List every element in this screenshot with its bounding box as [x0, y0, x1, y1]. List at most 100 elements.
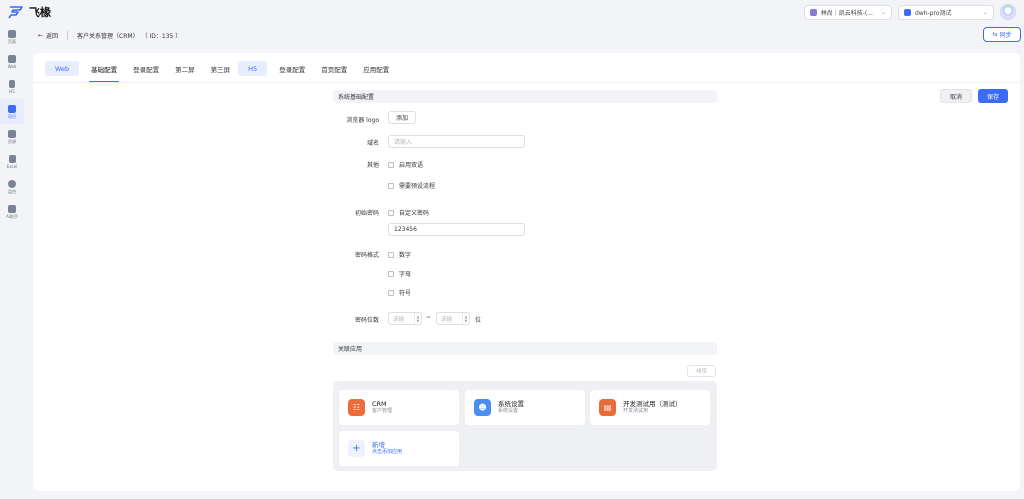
range-separator: ~ — [426, 314, 432, 321]
checkbox-label: 启用双语 — [399, 162, 424, 169]
format-letters-checkbox[interactable]: 字母 — [388, 269, 411, 278]
checkbox-icon — [388, 270, 394, 277]
stepper-placeholder: 请输 — [441, 316, 453, 323]
sidebar-item-label: H5 — [9, 88, 15, 94]
page-title: 客户关系管理（CRM） — [77, 32, 139, 40]
add-app-title: 新增 — [372, 441, 385, 449]
folder-icon — [8, 129, 16, 138]
tab-third-screen[interactable]: 第三屏 — [203, 61, 239, 76]
sort-button[interactable]: 排序 — [687, 365, 716, 377]
checkbox-icon — [388, 209, 394, 216]
section-title-apps: 关联应用 — [333, 342, 717, 355]
main-panel: Web 基础配置 登录配置 第二屏 第三屏 H5 登录配置 首页配置 应用配置 … — [33, 53, 1020, 491]
format-symbols-checkbox[interactable]: 符号 — [388, 288, 411, 297]
sidebar-item-resource[interactable]: 资源 — [0, 124, 24, 149]
app-card-crm[interactable]: ☷ CRM 客户管理 — [339, 390, 459, 425]
sidebar-item-project[interactable]: 项目 — [0, 99, 24, 124]
robot-icon — [8, 204, 16, 213]
section-title-basic: 系统基础配置 — [333, 90, 717, 103]
excel-icon — [8, 154, 16, 163]
org-chart-icon: ☷ — [348, 399, 365, 416]
logo-label: 浏览器 logo — [346, 117, 379, 124]
tab-h5-login-config[interactable]: 登录配置 — [271, 61, 313, 76]
sidebar-item-ai[interactable]: AI助手 — [0, 199, 24, 224]
back-button[interactable]: ← 返回 — [38, 31, 58, 40]
cancel-button[interactable]: 取消 — [939, 89, 972, 103]
env-select-value: dwh-pro测试 — [915, 9, 952, 17]
app-card-dev-test[interactable]: ▤ 开发测试用（测试） 开发测试用 — [590, 390, 710, 425]
other-label: 其他 — [366, 162, 379, 169]
org-icon — [809, 8, 817, 16]
app-logo: 飞椽 — [8, 4, 51, 20]
checkbox-icon — [388, 161, 394, 168]
sidebar: 页面 Web H5 项目 资源 Excel 监控 AI助手 — [0, 24, 24, 499]
add-logo-button[interactable]: 添加 — [388, 111, 416, 124]
layers-icon — [8, 29, 16, 38]
app-card-subtitle: 开发测试用 — [623, 408, 649, 414]
init-password-input[interactable]: 123456 — [388, 223, 525, 236]
domain-input[interactable]: 请输入 — [388, 135, 525, 148]
password-length-label: 密码位数 — [354, 317, 379, 324]
sidebar-item-h5[interactable]: H5 — [0, 74, 24, 99]
preset-flow-checkbox[interactable]: 需要预设流程 — [388, 181, 435, 190]
checkbox-label: 需要预设流程 — [399, 183, 436, 190]
tab-web-login-config[interactable]: 登录配置 — [125, 61, 167, 76]
add-app-subtitle: 点击添加应用 — [372, 449, 403, 455]
sidebar-item-web[interactable]: Web — [0, 49, 24, 74]
sync-button[interactable]: ⇆ 同步 — [983, 27, 1021, 42]
password-max-stepper[interactable]: 请输 ▲ ▼ — [436, 312, 470, 325]
app-card-subtitle: 客户管理 — [372, 408, 393, 414]
domain-label: 域名 — [366, 140, 379, 147]
custom-password-checkbox[interactable]: 自定义密码 — [388, 208, 429, 217]
checkbox-label: 自定义密码 — [399, 210, 430, 217]
length-unit: 位 — [475, 317, 482, 324]
format-digits-checkbox[interactable]: 数字 — [388, 250, 411, 259]
tab-app-config[interactable]: 应用配置 — [355, 61, 397, 76]
users-icon: ☻ — [474, 399, 491, 416]
grid-icon — [8, 104, 16, 113]
eye-icon — [8, 179, 16, 188]
divider — [67, 30, 69, 40]
sidebar-item-monitor[interactable]: 监控 — [0, 174, 24, 199]
save-button[interactable]: 保存 — [977, 89, 1008, 103]
arrow-left-icon: ← — [38, 31, 44, 39]
app-card-system-settings[interactable]: ☻ 系统设置 系统设置 — [465, 390, 585, 425]
sidebar-item-excel[interactable]: Excel — [0, 149, 24, 174]
logo-icon — [8, 6, 23, 19]
breadcrumb: ← 返回 客户关系管理（CRM） （ ID：135 ） ⇆ 同步 — [33, 26, 1024, 44]
stepper-arrows-icon[interactable]: ▲ ▼ — [414, 313, 421, 324]
form-actions: 取消 保存 — [939, 89, 1008, 103]
sidebar-item-label: 资源 — [8, 138, 16, 144]
top-toolbar: 林尚｜凯云科技-(... ⌄ dwh-pro测试 ⌄ — [803, 4, 1016, 20]
org-select-value: 林尚｜凯云科技-(... — [820, 9, 873, 17]
checkbox-label: 符号 — [399, 290, 412, 297]
add-app-card[interactable]: + 新增 点击添加应用 — [339, 431, 459, 466]
back-label: 返回 — [46, 32, 59, 40]
plus-icon: + — [348, 440, 365, 457]
sidebar-item-label: 页面 — [8, 38, 16, 44]
stepper-arrows-icon[interactable]: ▲ ▼ — [462, 313, 469, 324]
app-card-title: 系统设置 — [498, 400, 524, 408]
book-icon: ▤ — [599, 399, 616, 416]
monitor-icon — [8, 54, 16, 63]
sidebar-item-pages[interactable]: 页面 — [0, 24, 24, 49]
sidebar-item-label: 项目 — [8, 113, 16, 119]
bilingual-checkbox[interactable]: 启用双语 — [388, 160, 423, 169]
tab-home-config[interactable]: 首页配置 — [313, 61, 355, 76]
sidebar-item-label: 监控 — [8, 188, 16, 194]
env-select[interactable]: dwh-pro测试 ⌄ — [898, 4, 994, 20]
tab-second-screen[interactable]: 第二屏 — [167, 61, 203, 76]
tab-h5[interactable]: H5 — [238, 61, 268, 76]
tab-basic-config[interactable]: 基础配置 — [83, 61, 125, 82]
sync-label: 同步 — [999, 32, 1012, 39]
tab-web[interactable]: Web — [45, 61, 80, 76]
avatar[interactable] — [1000, 4, 1016, 20]
chevron-down-icon: ⌄ — [982, 8, 988, 16]
checkbox-label: 字母 — [399, 271, 412, 278]
org-select[interactable]: 林尚｜凯云科技-(... ⌄ — [803, 4, 892, 20]
sidebar-item-label: Excel — [6, 163, 18, 169]
password-min-stepper[interactable]: 请输 ▲ ▼ — [388, 312, 422, 325]
tab-bar: Web 基础配置 登录配置 第二屏 第三屏 H5 登录配置 首页配置 应用配置 — [45, 61, 397, 82]
env-icon — [904, 8, 911, 16]
phone-icon — [9, 79, 15, 88]
